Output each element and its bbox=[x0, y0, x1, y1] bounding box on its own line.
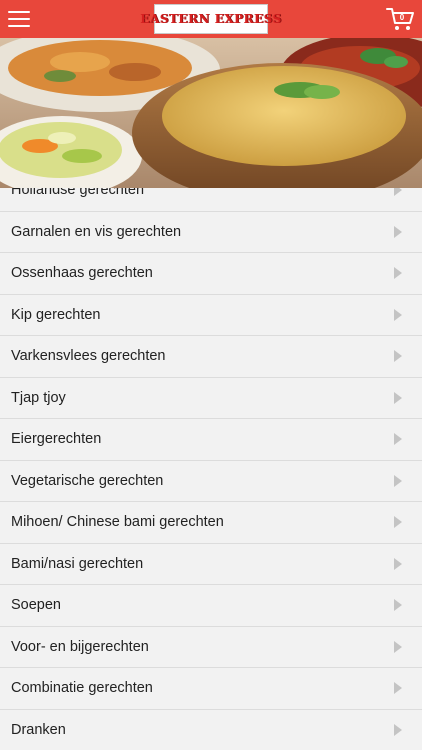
menu-item-kip[interactable]: Kip gerechten bbox=[0, 294, 422, 336]
chevron-right-icon bbox=[394, 516, 402, 529]
menu-item-combinatie[interactable]: Combinatie gerechten bbox=[0, 668, 422, 710]
menu-item-varkensvlees[interactable]: Varkensvlees gerechten bbox=[0, 336, 422, 378]
menu-item-tjap-tjoy[interactable]: Tjap tjoy bbox=[0, 377, 422, 419]
chevron-right-icon bbox=[394, 640, 402, 653]
menu-item-label: Garnalen en vis gerechten bbox=[11, 223, 182, 240]
chevron-right-icon bbox=[394, 350, 402, 363]
menu-item-label: Kip gerechten bbox=[11, 306, 101, 323]
chevron-right-icon bbox=[394, 474, 402, 487]
menu-item-label: Voor- en bijgerechten bbox=[11, 638, 149, 655]
menu-item-soepen[interactable]: Soepen bbox=[0, 585, 422, 627]
chevron-right-icon bbox=[394, 557, 402, 570]
chevron-right-icon bbox=[394, 723, 402, 736]
menu-item-label: Combinatie gerechten bbox=[11, 680, 153, 697]
category-menu-list: Hollandse gerechten Garnalen en vis gere… bbox=[0, 170, 422, 750]
logo[interactable]: EASTERN EXPRESS bbox=[140, 4, 281, 34]
menu-item-ossenhaas[interactable]: Ossenhaas gerechten bbox=[0, 253, 422, 295]
menu-item-label: Tjap tjoy bbox=[11, 389, 66, 406]
menu-item-bami-nasi[interactable]: Bami/nasi gerechten bbox=[0, 543, 422, 585]
menu-item-label: Eiergerechten bbox=[11, 431, 102, 448]
top-bar: EASTERN EXPRESS 0 bbox=[0, 0, 422, 38]
chevron-right-icon bbox=[394, 267, 402, 280]
cart-count-badge: 0 bbox=[399, 13, 405, 22]
menu-item-label: Bami/nasi gerechten bbox=[11, 555, 144, 572]
menu-item-label: Vegetarische gerechten bbox=[11, 472, 164, 489]
hamburger-line bbox=[8, 25, 30, 27]
menu-item-label: Varkensvlees gerechten bbox=[11, 348, 166, 365]
menu-item-label: Mihoen/ Chinese bami gerechten bbox=[11, 514, 224, 531]
hamburger-line bbox=[8, 11, 30, 13]
chevron-right-icon bbox=[394, 308, 402, 321]
menu-item-label: Soepen bbox=[11, 597, 61, 614]
logo-text: EASTERN EXPRESS bbox=[140, 12, 282, 26]
menu-item-mihoen-bami[interactable]: Mihoen/ Chinese bami gerechten bbox=[0, 502, 422, 544]
chevron-right-icon bbox=[394, 433, 402, 446]
chevron-right-icon bbox=[394, 225, 402, 238]
menu-item-label: Ossenhaas gerechten bbox=[11, 265, 153, 282]
hero-food-image bbox=[0, 38, 422, 188]
hamburger-line bbox=[8, 18, 30, 20]
chevron-right-icon bbox=[394, 682, 402, 695]
food-banner-illustration bbox=[0, 38, 422, 188]
menu-item-vegetarische[interactable]: Vegetarische gerechten bbox=[0, 460, 422, 502]
menu-item-voor-en-bijgerechten[interactable]: Voor- en bijgerechten bbox=[0, 626, 422, 668]
menu-item-dranken[interactable]: Dranken bbox=[0, 709, 422, 750]
chevron-right-icon bbox=[394, 599, 402, 612]
hamburger-menu-icon[interactable] bbox=[8, 9, 32, 29]
menu-item-eiergerechten[interactable]: Eiergerechten bbox=[0, 419, 422, 461]
menu-item-garnalen-en-vis[interactable]: Garnalen en vis gerechten bbox=[0, 211, 422, 253]
shopping-cart-icon[interactable]: 0 bbox=[386, 6, 416, 32]
chevron-right-icon bbox=[394, 391, 402, 404]
menu-item-label: Dranken bbox=[11, 721, 66, 738]
